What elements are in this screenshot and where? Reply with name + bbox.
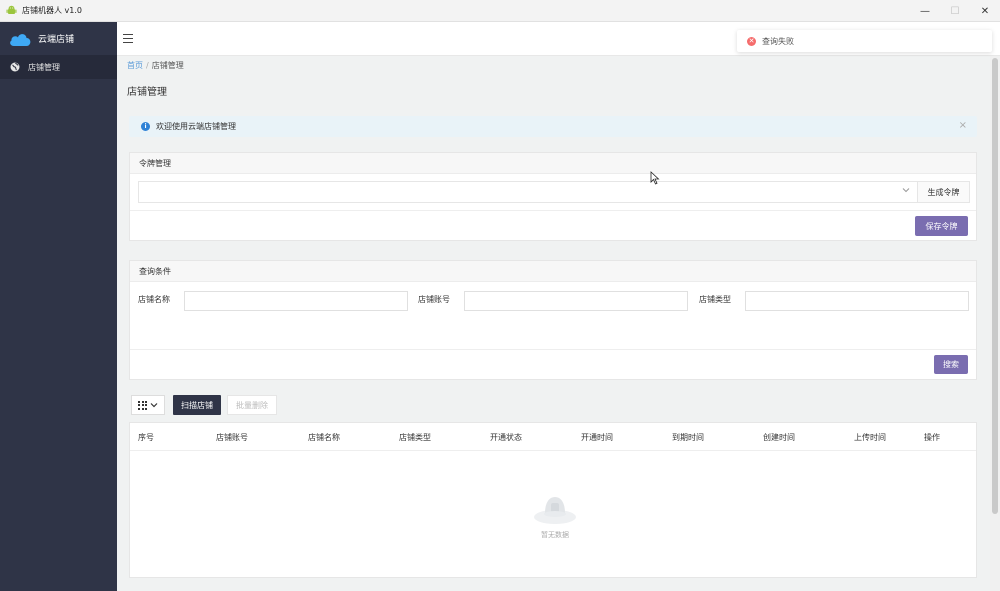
menu-toggle-icon[interactable] <box>123 34 133 43</box>
alert-close-icon[interactable]: × <box>959 120 967 131</box>
search-button[interactable]: 搜索 <box>934 355 968 374</box>
token-select[interactable] <box>138 181 918 203</box>
android-icon <box>5 5 17 17</box>
main-content: 首页 / 店铺管理 店铺管理 i 欢迎使用云端店铺管理 × 令牌管理 生成令牌 保存… <box>117 56 990 591</box>
batch-delete-button[interactable]: 批量删除 <box>227 395 277 415</box>
cloud-icon <box>10 33 31 46</box>
token-card: 令牌管理 生成令牌 保存令牌 <box>129 152 977 241</box>
shop-type-input[interactable] <box>745 291 969 311</box>
alert-text: 欢迎使用云端店铺管理 <box>156 122 236 131</box>
shop-table: 序号 店铺账号 店铺名称 店铺类型 开通状态 开通时间 到期时间 创建时间 上传… <box>129 422 977 578</box>
column-settings-button[interactable] <box>131 395 165 415</box>
column-header: 店铺类型 <box>399 433 431 442</box>
token-row: 生成令牌 <box>138 181 970 203</box>
divider <box>130 349 976 350</box>
column-header: 店铺账号 <box>216 433 248 442</box>
maximize-button[interactable]: ☐ <box>940 0 970 22</box>
empty-text: 暂无数据 <box>541 531 569 539</box>
column-header: 操作 <box>924 433 940 442</box>
toast-message: 查询失败 <box>762 36 794 46</box>
shop-account-label: 店铺账号 <box>418 295 450 304</box>
breadcrumb-home[interactable]: 首页 <box>127 61 143 70</box>
column-header: 到期时间 <box>672 433 704 442</box>
window-controls: — ☐ ✕ <box>910 0 1000 22</box>
chevron-down-icon <box>902 186 910 196</box>
error-toast: ✕ 查询失败 <box>737 30 992 52</box>
column-header: 开通时间 <box>581 433 613 442</box>
query-fields: 店铺名称 店铺账号 店铺类型 <box>138 291 970 311</box>
chevron-down-icon <box>150 403 158 408</box>
column-header: 开通状态 <box>490 433 522 442</box>
globe-icon <box>10 62 20 72</box>
scan-shop-button[interactable]: 扫描店铺 <box>173 395 221 415</box>
sidebar: 云端店铺 店铺管理 <box>0 22 117 591</box>
query-card: 查询条件 店铺名称 店铺账号 店铺类型 搜索 <box>129 260 977 380</box>
query-card-title: 查询条件 <box>130 261 976 282</box>
save-token-button[interactable]: 保存令牌 <box>915 216 968 236</box>
divider <box>130 210 976 211</box>
error-icon: ✕ <box>747 36 756 46</box>
shop-account-input[interactable] <box>464 291 688 311</box>
empty-state: 暂无数据 <box>525 489 585 540</box>
column-header: 上传时间 <box>854 433 886 442</box>
close-window-button[interactable]: ✕ <box>970 0 1000 22</box>
breadcrumb-current: 店铺管理 <box>151 61 184 70</box>
token-card-title: 令牌管理 <box>130 153 976 174</box>
table-toolbar: 扫描店铺 批量删除 <box>131 395 277 415</box>
page-title: 店铺管理 <box>127 87 167 98</box>
breadcrumb: 首页 / 店铺管理 <box>127 60 184 71</box>
mouse-cursor-icon <box>650 171 660 188</box>
info-icon: i <box>141 122 150 131</box>
shop-name-input[interactable] <box>184 291 408 311</box>
shop-type-label: 店铺类型 <box>699 295 731 304</box>
welcome-alert: i 欢迎使用云端店铺管理 × <box>129 116 977 137</box>
empty-data-icon <box>534 497 576 524</box>
sidebar-logo[interactable]: 云端店铺 <box>0 22 117 55</box>
grid-icon <box>138 400 147 410</box>
shop-name-label: 店铺名称 <box>138 295 170 304</box>
breadcrumb-separator: / <box>146 61 149 70</box>
sidebar-logo-text: 云端店铺 <box>38 35 75 45</box>
generate-token-button[interactable]: 生成令牌 <box>918 181 970 203</box>
table-header: 序号 店铺账号 店铺名称 店铺类型 开通状态 开通时间 到期时间 创建时间 上传… <box>130 423 976 451</box>
minimize-button[interactable]: — <box>910 0 940 22</box>
vertical-scrollbar[interactable] <box>990 56 1000 591</box>
column-header: 创建时间 <box>763 433 795 442</box>
column-header: 店铺名称 <box>308 433 340 442</box>
window-title: 店铺机器人 v1.0 <box>22 6 82 15</box>
sidebar-item-label: 店铺管理 <box>28 62 60 72</box>
column-header: 序号 <box>138 433 154 442</box>
window-title-bar: 店铺机器人 v1.0 — ☐ ✕ <box>0 0 1000 22</box>
scrollbar-thumb[interactable] <box>992 58 998 514</box>
sidebar-item-shop-management[interactable]: 店铺管理 <box>0 55 117 79</box>
